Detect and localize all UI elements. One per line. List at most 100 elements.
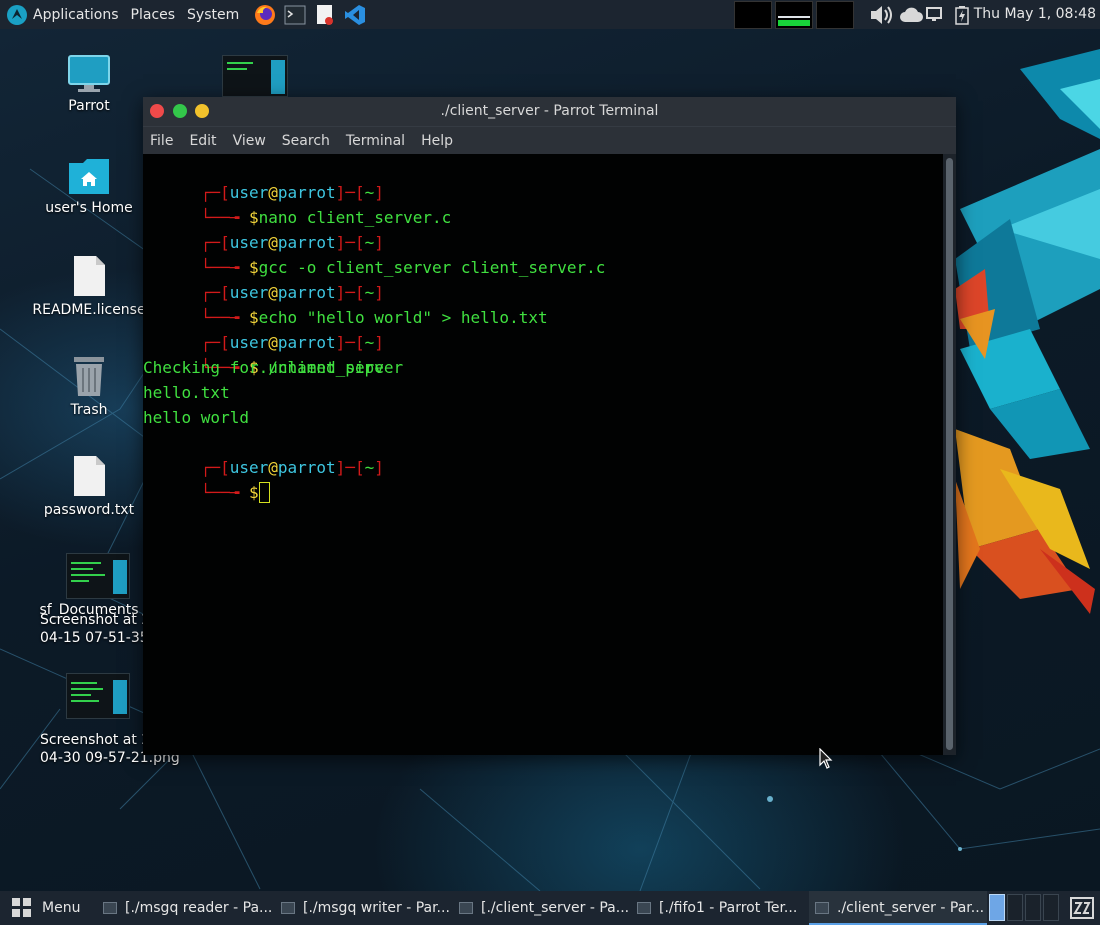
desktop-icon-readme[interactable]: README.license (31, 255, 147, 319)
screenshot-thumbnail (66, 553, 130, 599)
workspace-2[interactable] (1007, 894, 1023, 921)
menu-edit[interactable]: Edit (189, 133, 216, 149)
taskbar-menu-button[interactable]: Menu (0, 891, 90, 925)
terminal-titlebar[interactable]: ./client_server - Parrot Terminal (143, 97, 956, 126)
terminal-output[interactable]: ┌─[user@parrot]─[~] └──╼ $nano client_se… (143, 154, 943, 755)
clock[interactable]: Thu May 1, 08:48 (974, 0, 1096, 29)
trash-icon (74, 357, 104, 396)
prompt-mid: ]─[ (335, 458, 365, 477)
desktop-icon-parrot[interactable]: Parrot (31, 55, 147, 115)
taskbar-task-client-server[interactable]: [./client_server - Pa... (453, 891, 629, 925)
terminal-menubar: File Edit View Search Terminal Help (143, 126, 956, 154)
places-label: Places (130, 6, 176, 23)
minimize-button[interactable] (195, 104, 209, 118)
terminal-icon (281, 902, 295, 914)
desktop-icon-label: Parrot (68, 98, 110, 114)
command-line: └──╼ $echo "hello world" > hello.txt (143, 280, 548, 327)
terminal-scrollbar[interactable] (943, 154, 956, 755)
command-line: └──╼ $./client_server (143, 330, 403, 377)
volume-icon[interactable] (869, 3, 897, 31)
desktop-icon-label: 04-30 09-57-21.png (40, 750, 180, 766)
task-label: [./msgq reader - Pa... (125, 900, 273, 916)
prompt-at: @ (268, 458, 278, 477)
mouse-pointer-icon (819, 748, 833, 769)
desktop-icon-label: Trash (70, 402, 108, 418)
display-icon[interactable] (926, 7, 942, 26)
terminal-launcher[interactable] (283, 3, 307, 27)
prompt-line: ┌─[user@parrot]─[~] (143, 155, 384, 202)
menu-file[interactable]: File (150, 133, 173, 149)
current-command-line[interactable]: └──╼ $ (143, 455, 270, 503)
prompt-dir: ~ (364, 458, 375, 477)
cpu-monitor (734, 1, 772, 29)
text-editor-launcher[interactable] (313, 3, 337, 27)
prompt-arrow: └──╼ (200, 483, 249, 502)
menu-search[interactable]: Search (282, 133, 330, 149)
command-line: └──╼ $nano client_server.c (143, 180, 451, 227)
maximize-button[interactable] (173, 104, 187, 118)
applications-menu[interactable]: Applications (0, 0, 125, 29)
prompt-line: ┌─[user@parrot]─[~] (143, 305, 384, 352)
command-line: └──╼ $gcc -o client_server client_server… (143, 230, 606, 277)
prompt-line: ┌─[user@parrot]─[~] (143, 430, 384, 477)
output-line: Checking for unnamed pipe (143, 358, 384, 377)
desktop-icon-screenshot-1[interactable]: Screenshot at 2025- 04-15 07-51-35.png (40, 553, 182, 647)
taskbar-task-msgq-reader[interactable]: [./msgq reader - Pa... (97, 891, 273, 925)
computer-icon (68, 55, 110, 92)
prompt-host: parrot (277, 458, 336, 477)
desktop-icon-password[interactable]: password.txt (31, 455, 147, 519)
text-cursor (258, 481, 270, 503)
desktop-icon-home[interactable]: user's Home (31, 157, 147, 217)
terminal-icon (815, 902, 829, 914)
parrot-logo-icon (7, 4, 27, 25)
output-line: hello.txt (143, 383, 230, 402)
task-label: ./client_server - Par... (837, 900, 985, 916)
menu-help[interactable]: Help (421, 133, 453, 149)
system-label: System (187, 6, 240, 23)
workspace-1[interactable] (989, 894, 1005, 921)
desktop-icon-label: 04-15 07-51-35.png (40, 630, 180, 646)
places-menu[interactable]: Places (125, 0, 182, 29)
desktop-icon-screenshot-hidden[interactable] (222, 55, 288, 97)
terminal-icon (637, 902, 651, 914)
menu-view[interactable]: View (233, 133, 266, 149)
prompt-dollar: $ (248, 483, 259, 502)
desktop-icon-trash[interactable]: Trash (31, 355, 147, 419)
task-label: [./client_server - Pa... (481, 900, 629, 916)
top-panel: Applications Places System Thu May 1, 08… (0, 0, 1100, 29)
network-cloud-icon[interactable] (899, 6, 923, 27)
terminal-icon (284, 5, 306, 24)
scrollbar-thumb[interactable] (946, 158, 953, 750)
prompt-close: ] (374, 458, 384, 477)
prompt-line: ┌─[user@parrot]─[~] (143, 255, 384, 302)
taskbar-task-fifo1[interactable]: [./fifo1 - Parrot Ter... (631, 891, 807, 925)
battery-icon[interactable] (955, 5, 969, 29)
task-label: [./msgq writer - Par... (303, 900, 450, 916)
file-icon (74, 456, 105, 496)
workspace-3[interactable] (1025, 894, 1041, 921)
home-folder-icon (69, 159, 109, 194)
screenshot-thumbnail (66, 673, 130, 719)
vscode-icon (345, 4, 366, 25)
system-menu[interactable]: System (181, 0, 245, 29)
terminal-window[interactable]: ./client_server - Parrot Terminal File E… (143, 97, 956, 755)
taskbar-task-client-server-active[interactable]: ./client_server - Par... (809, 891, 987, 925)
network-monitor (816, 1, 854, 29)
desktop-icon-screenshot-2[interactable]: Screenshot at 2025- 04-30 09-57-21.png (40, 673, 182, 767)
output-line: hello world (143, 408, 249, 427)
firefox-icon (255, 4, 276, 25)
taskbar-task-msgq-writer[interactable]: [./msgq writer - Par... (275, 891, 451, 925)
close-button[interactable] (150, 104, 164, 118)
firefox-launcher[interactable] (253, 3, 277, 27)
file-icon (74, 256, 105, 296)
workspace-4[interactable] (1043, 894, 1059, 921)
prompt-line: ┌─[user@parrot]─[~] (143, 205, 384, 252)
vscode-launcher[interactable] (343, 3, 367, 27)
keyboard-layout-icon[interactable] (1070, 897, 1094, 919)
desktop-icon-label: user's Home (45, 200, 133, 216)
menu-terminal[interactable]: Terminal (346, 133, 405, 149)
terminal-icon (103, 902, 117, 914)
desktop-icon-label: password.txt (43, 502, 135, 518)
memory-monitor (775, 1, 813, 29)
taskbar-menu-label: Menu (42, 900, 81, 916)
